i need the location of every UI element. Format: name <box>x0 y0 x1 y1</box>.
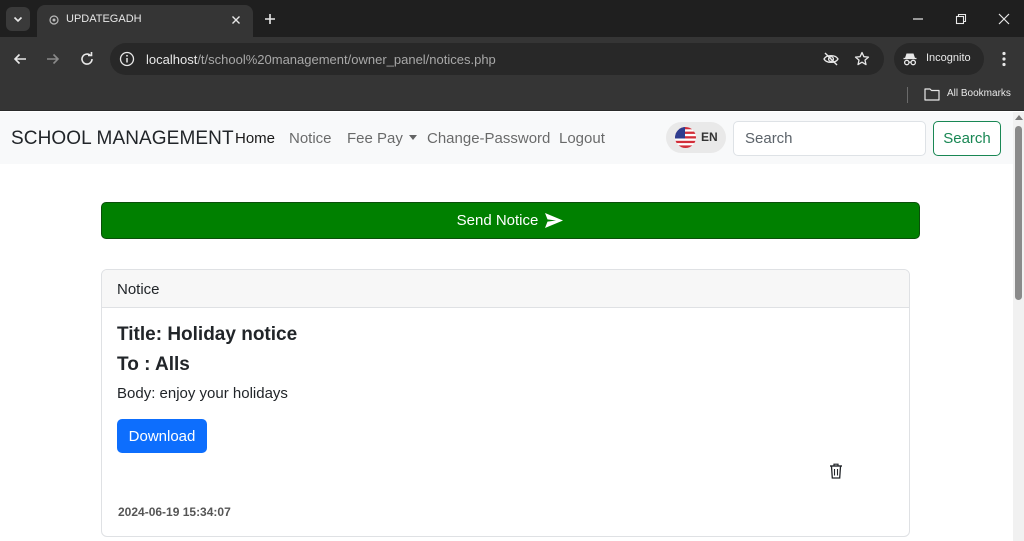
notice-date: 2024-06-19 15:34:07 <box>118 505 231 519</box>
minimize-button[interactable] <box>907 8 929 30</box>
restore-icon <box>955 13 967 25</box>
incognito-label: Incognito <box>926 52 971 64</box>
scroll-up-arrow-icon[interactable] <box>1015 115 1023 120</box>
notice-body: Body: enjoy your holidays <box>117 385 288 402</box>
browser-toolbar: localhost/t/school%20management/owner_pa… <box>0 37 1024 81</box>
folder-icon[interactable] <box>924 87 940 101</box>
info-icon[interactable] <box>119 51 135 67</box>
incognito-indicator[interactable]: Incognito <box>894 43 984 75</box>
star-icon[interactable] <box>853 50 871 68</box>
us-flag-icon <box>675 127 696 148</box>
close-window-button[interactable] <box>993 8 1015 30</box>
favicon-icon <box>49 15 59 25</box>
arrow-left-icon <box>13 53 26 65</box>
all-bookmarks-link[interactable]: All Bookmarks <box>947 88 1011 99</box>
site-navbar: SCHOOL MANAGEMENT Home Notice Fee Pay Ch… <box>0 112 1013 164</box>
notice-recipient: To : Alls <box>117 354 190 375</box>
incognito-icon <box>903 53 917 66</box>
browser-menu-button[interactable] <box>994 48 1014 70</box>
notice-card-header: Notice <box>102 270 909 308</box>
bookmarks-divider <box>907 87 908 103</box>
scrollbar-thumb[interactable] <box>1015 126 1022 300</box>
fee-pay-label: Fee Pay <box>347 130 403 147</box>
close-icon <box>998 13 1010 25</box>
search-button[interactable]: Search <box>933 121 1001 156</box>
eye-off-icon[interactable] <box>822 50 840 68</box>
search-input[interactable] <box>733 121 926 156</box>
nav-link-notice[interactable]: Notice <box>289 130 332 147</box>
notice-card-heading: Notice <box>117 281 160 298</box>
more-vertical-icon <box>1002 51 1006 67</box>
trash-icon[interactable] <box>829 463 843 479</box>
chevron-down-icon <box>13 16 23 23</box>
reload-icon <box>81 52 93 65</box>
url-text[interactable]: localhost/t/school%20management/owner_pa… <box>146 52 496 67</box>
download-button[interactable]: Download <box>117 419 207 453</box>
close-tab-button[interactable] <box>227 11 245 29</box>
forward-button[interactable] <box>41 47 65 71</box>
page-scrollbar[interactable] <box>1013 112 1024 541</box>
bookmarks-bar: All Bookmarks <box>0 81 1024 111</box>
send-icon <box>545 213 564 228</box>
send-notice-label: Send Notice <box>456 212 539 229</box>
restore-button[interactable] <box>950 8 972 30</box>
nav-link-change-password[interactable]: Change-Password <box>427 130 550 147</box>
notice-title: Title: Holiday notice <box>117 324 298 345</box>
send-notice-button[interactable]: Send Notice <box>101 202 920 239</box>
close-icon <box>232 16 240 24</box>
nav-link-logout[interactable]: Logout <box>559 130 605 147</box>
notice-card: Notice Title: Holiday notice To : Alls B… <box>101 269 910 537</box>
brand-link[interactable]: SCHOOL MANAGEMENT <box>11 128 234 150</box>
reload-button[interactable] <box>75 47 99 71</box>
address-bar[interactable]: localhost/t/school%20management/owner_pa… <box>110 43 884 75</box>
nav-dropdown-fee-pay[interactable]: Fee Pay <box>347 130 417 147</box>
plus-icon <box>265 14 275 24</box>
caret-down-icon <box>408 134 417 140</box>
back-button[interactable] <box>8 47 32 71</box>
browser-tab[interactable]: UPDATEGADH <box>37 5 253 37</box>
new-tab-button[interactable] <box>260 9 280 29</box>
minimize-icon <box>913 18 923 20</box>
tab-title: UPDATEGADH <box>66 13 142 25</box>
arrow-right-icon <box>47 53 60 65</box>
nav-link-home[interactable]: Home <box>235 130 275 147</box>
tab-search-button[interactable] <box>6 7 30 31</box>
page-viewport: SCHOOL MANAGEMENT Home Notice Fee Pay Ch… <box>0 112 1013 541</box>
browser-tabstrip: UPDATEGADH <box>0 0 1024 37</box>
language-code: EN <box>701 130 718 144</box>
language-selector[interactable]: EN <box>666 122 726 153</box>
